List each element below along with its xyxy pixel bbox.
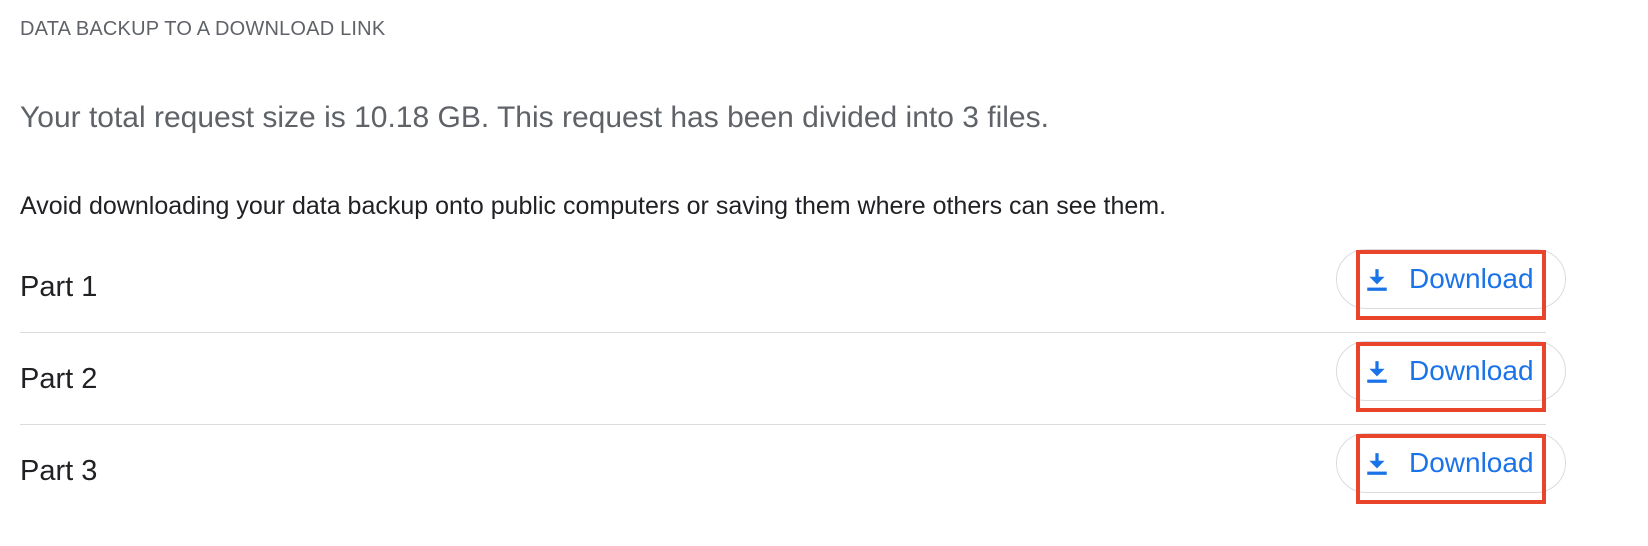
download-label: Download — [1409, 447, 1534, 478]
part-row: Part 3 Download — [20, 425, 1566, 516]
part-label: Part 1 — [20, 271, 98, 303]
download-label: Download — [1409, 263, 1534, 294]
download-button[interactable]: Download — [1336, 341, 1566, 401]
download-button[interactable]: Download — [1336, 433, 1566, 493]
privacy-warning: Avoid downloading your data backup onto … — [20, 192, 1167, 220]
download-label: Download — [1409, 355, 1534, 386]
download-icon — [1367, 453, 1387, 475]
part-label: Part 3 — [20, 455, 98, 487]
section-title: DATA BACKUP TO A DOWNLOAD LINK — [20, 18, 386, 40]
part-row: Part 1 Download — [20, 241, 1566, 333]
download-button[interactable]: Download — [1336, 249, 1566, 309]
parts-list: Part 1 Download Part 2 Download Part 3 D… — [20, 241, 1566, 516]
part-label: Part 2 — [20, 363, 98, 395]
download-icon — [1367, 361, 1387, 383]
part-row: Part 2 Download — [20, 333, 1566, 425]
request-summary: Your total request size is 10.18 GB. Thi… — [20, 101, 1049, 134]
download-icon — [1367, 269, 1387, 291]
